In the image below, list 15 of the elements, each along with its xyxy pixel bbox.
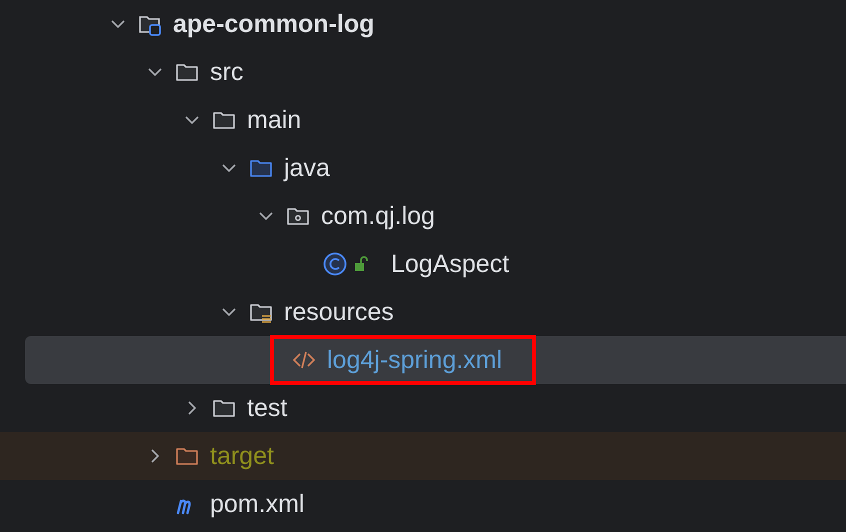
folder-name[interactable]: test	[245, 394, 290, 422]
folder-name[interactable]: src	[208, 58, 246, 86]
folder-name[interactable]: main	[245, 106, 304, 134]
folder-name[interactable]: resources	[282, 298, 396, 326]
file-name[interactable]: LogAspect	[389, 250, 512, 278]
class-icon	[323, 252, 347, 276]
folder-name[interactable]: java	[282, 154, 332, 182]
folder-name[interactable]: com.qj.log	[319, 202, 437, 230]
excluded-row[interactable]: target	[0, 432, 846, 480]
folder-name[interactable]: target	[208, 442, 276, 470]
lock-icon	[353, 256, 369, 272]
file-name[interactable]: log4j-spring.xml	[325, 346, 504, 374]
selected-row[interactable]: log4j-spring.xml	[25, 336, 846, 384]
folder-name[interactable]: ape-common-log	[171, 10, 376, 38]
file-name[interactable]: pom.xml	[208, 490, 306, 518]
